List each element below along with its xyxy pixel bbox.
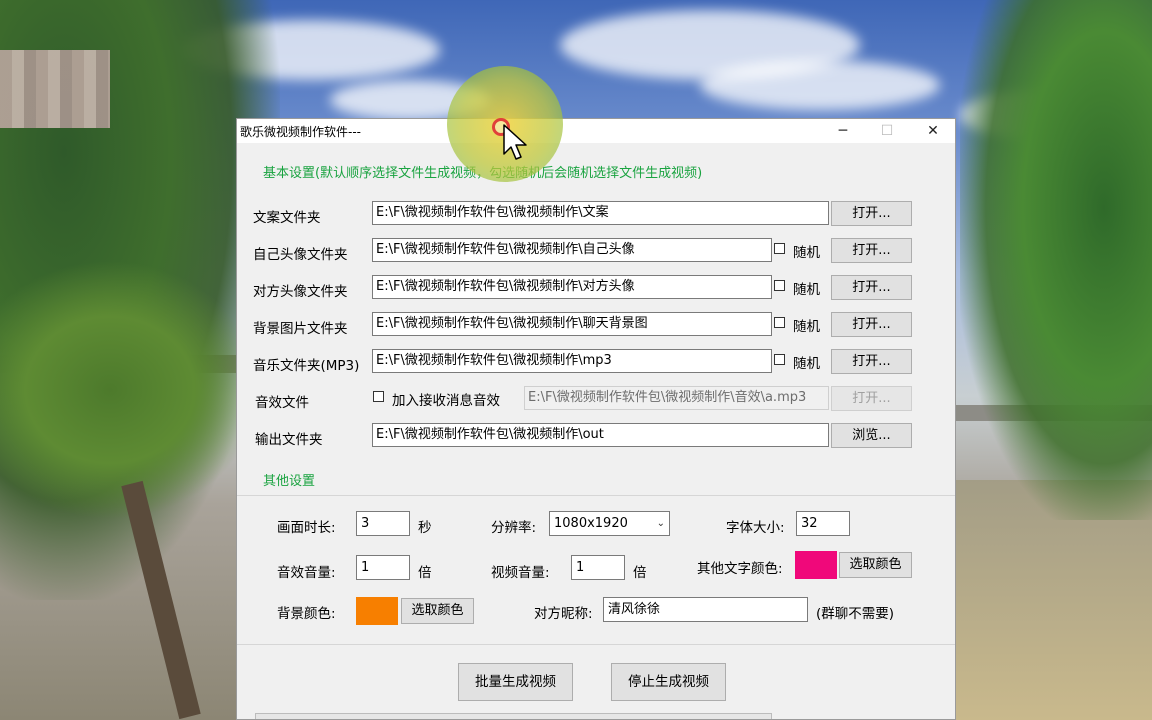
effect-volume-unit: 倍 xyxy=(418,565,432,581)
music-folder-label: 音乐文件夹(MP3) xyxy=(253,358,360,374)
effect-volume-label: 音效音量: xyxy=(277,565,336,581)
sound-file-open-button[interactable]: 打开... xyxy=(831,386,912,411)
bg-color-pick-button[interactable]: 选取颜色 xyxy=(401,598,474,624)
font-size-input[interactable]: 32 xyxy=(796,511,850,536)
self-avatar-open-button[interactable]: 打开... xyxy=(831,238,912,263)
stop-generate-button[interactable]: 停止生成视频 xyxy=(611,663,726,701)
music-random-checkbox[interactable] xyxy=(774,354,785,365)
text-color-label: 其他文字颜色: xyxy=(697,561,783,577)
other-settings-title: 其他设置 xyxy=(263,474,316,489)
effect-volume-input[interactable]: 1 xyxy=(356,555,410,580)
sound-effect-checkbox-label: 加入接收消息音效 xyxy=(392,393,500,409)
output-browse-button[interactable]: 浏览... xyxy=(831,423,912,448)
video-volume-input[interactable]: 1 xyxy=(571,555,625,580)
resolution-select[interactable]: 1080x1920 ⌄ xyxy=(549,511,670,536)
output-folder-input[interactable]: E:\F\微视频制作软件包\微视频制作\out xyxy=(372,423,829,447)
video-volume-unit: 倍 xyxy=(633,565,647,581)
peer-avatar-random-label: 随机 xyxy=(793,282,820,298)
app-window: 歌乐微视频制作软件--- ─ ☐ ✕ 基本设置(默认顺序选择文件生成视频，勾选随… xyxy=(236,118,956,720)
bg-color-label: 背景颜色: xyxy=(277,606,336,622)
batch-generate-button[interactable]: 批量生成视频 xyxy=(458,663,573,701)
video-volume-label: 视频音量: xyxy=(491,565,550,581)
text-color-pick-button[interactable]: 选取颜色 xyxy=(839,552,912,578)
bg-image-random-checkbox[interactable] xyxy=(774,317,785,328)
copy-folder-input[interactable]: E:\F\微视频制作软件包\微视频制作\文案 xyxy=(372,201,829,225)
self-avatar-folder-input[interactable]: E:\F\微视频制作软件包\微视频制作\自己头像 xyxy=(372,238,772,262)
nickname-note: (群聊不需要) xyxy=(816,606,895,622)
duration-label: 画面时长: xyxy=(277,520,336,536)
bg-image-random-label: 随机 xyxy=(793,319,820,335)
section-divider xyxy=(237,495,955,496)
resolution-value: 1080x1920 xyxy=(554,516,628,531)
text-color-swatch[interactable] xyxy=(795,551,837,579)
bg-image-open-button[interactable]: 打开... xyxy=(831,312,912,337)
nickname-input[interactable]: 清风徐徐 xyxy=(603,597,808,622)
sound-file-label: 音效文件 xyxy=(255,395,309,411)
mouse-cursor-icon xyxy=(503,124,527,160)
window-title: 歌乐微视频制作软件--- xyxy=(240,125,361,139)
self-avatar-folder-label: 自己头像文件夹 xyxy=(253,247,348,263)
self-avatar-random-label: 随机 xyxy=(793,245,820,261)
music-folder-input[interactable]: E:\F\微视频制作软件包\微视频制作\mp3 xyxy=(372,349,772,373)
duration-unit: 秒 xyxy=(418,520,432,536)
maximize-button[interactable]: ☐ xyxy=(865,119,909,143)
section-divider xyxy=(237,644,955,645)
pine-tree xyxy=(0,260,260,520)
bg-image-folder-label: 背景图片文件夹 xyxy=(253,321,348,337)
resolution-label: 分辨率: xyxy=(491,520,537,536)
music-random-label: 随机 xyxy=(793,356,820,372)
self-avatar-random-checkbox[interactable] xyxy=(774,243,785,254)
cloud xyxy=(700,60,940,110)
peer-avatar-folder-label: 对方头像文件夹 xyxy=(253,284,348,300)
nickname-label: 对方昵称: xyxy=(534,606,593,622)
bg-image-folder-input[interactable]: E:\F\微视频制作软件包\微视频制作\聊天背景图 xyxy=(372,312,772,336)
peer-avatar-folder-input[interactable]: E:\F\微视频制作软件包\微视频制作\对方头像 xyxy=(372,275,772,299)
mosaic-patch xyxy=(0,50,110,128)
bg-color-swatch[interactable] xyxy=(356,597,398,625)
minimize-button[interactable]: ─ xyxy=(821,119,865,143)
chevron-down-icon: ⌄ xyxy=(656,518,665,529)
copy-folder-label: 文案文件夹 xyxy=(253,210,321,226)
copy-folder-open-button[interactable]: 打开... xyxy=(831,201,912,226)
peer-avatar-open-button[interactable]: 打开... xyxy=(831,275,912,300)
music-open-button[interactable]: 打开... xyxy=(831,349,912,374)
peer-avatar-random-checkbox[interactable] xyxy=(774,280,785,291)
sound-file-input[interactable]: E:\F\微视频制作软件包\微视频制作\音效\a.mp3 xyxy=(524,386,829,410)
sound-effect-checkbox[interactable] xyxy=(373,391,384,402)
output-folder-label: 输出文件夹 xyxy=(255,432,323,448)
font-size-label: 字体大小: xyxy=(726,520,785,536)
title-bar[interactable]: 歌乐微视频制作软件--- ─ ☐ ✕ xyxy=(237,119,955,143)
close-button[interactable]: ✕ xyxy=(911,119,955,143)
pine-tree xyxy=(960,0,1152,520)
progress-bar xyxy=(255,713,772,719)
duration-input[interactable]: 3 xyxy=(356,511,410,536)
